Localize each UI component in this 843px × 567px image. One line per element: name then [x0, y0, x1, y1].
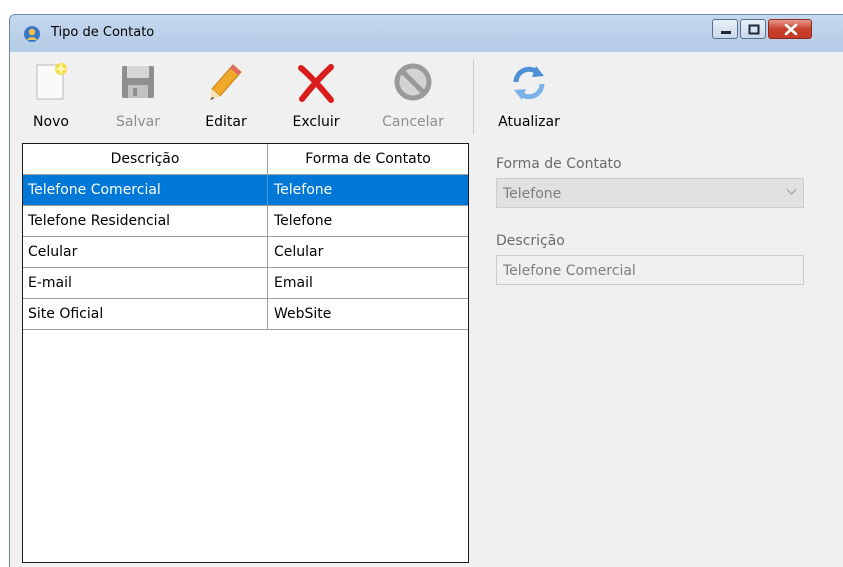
contact-type-grid[interactable]: Descrição Forma de Contato Telefone Come… [22, 143, 469, 563]
forma-de-contato-value: Telefone [503, 186, 562, 202]
minimize-button[interactable] [712, 19, 738, 39]
floppy-disk-icon [122, 66, 154, 98]
excluir-label: Excluir [292, 114, 340, 130]
column-header-forma-de-contato[interactable]: Forma de Contato [268, 144, 468, 174]
app-window: Tipo de Contato Novo Salvar Editar Exclu… [9, 14, 843, 567]
cell-forma-de-contato: Telefone [274, 182, 333, 198]
table-row[interactable]: Telefone Residencial Telefone [23, 206, 468, 237]
maximize-icon [748, 24, 760, 35]
cell-descricao: Telefone Residencial [23, 206, 268, 236]
salvar-button[interactable]: Salvar [106, 52, 170, 134]
table-row[interactable]: Site Oficial WebSite [23, 299, 468, 330]
close-icon [784, 23, 798, 36]
red-x-icon [298, 64, 334, 103]
table-row[interactable]: E-mail Email [23, 268, 468, 299]
grid-header: Descrição Forma de Contato [23, 144, 468, 175]
new-document-icon [36, 63, 67, 100]
atualizar-button[interactable]: Atualizar [490, 52, 568, 134]
window-content: Novo Salvar Editar Excluir Cancelar Atua… [10, 52, 843, 567]
column-header-descricao[interactable]: Descrição [23, 144, 268, 174]
cell-descricao: E-mail [23, 268, 268, 298]
descricao-value: Telefone Comercial [503, 263, 636, 279]
cell-forma-de-contato: Telefone [274, 213, 333, 229]
cancel-circle-icon [394, 63, 432, 101]
app-icon [24, 26, 40, 42]
excluir-button[interactable]: Excluir [284, 52, 348, 134]
close-button[interactable] [768, 19, 812, 39]
title-bar[interactable]: Tipo de Contato [10, 15, 843, 52]
novo-button[interactable]: Novo [24, 52, 78, 134]
cancelar-label: Cancelar [382, 114, 444, 130]
novo-label: Novo [33, 114, 69, 130]
window-title: Tipo de Contato [51, 25, 155, 40]
cell-descricao: Site Oficial [23, 299, 268, 329]
refresh-icon [513, 66, 545, 100]
cell-forma-de-contato: WebSite [274, 306, 332, 322]
cell-forma-de-contato: Celular [274, 244, 324, 260]
cell-descricao: Celular [23, 237, 268, 267]
descricao-input[interactable]: Telefone Comercial [496, 255, 804, 285]
salvar-label: Salvar [116, 114, 160, 130]
forma-de-contato-label: Forma de Contato [496, 156, 622, 172]
cancelar-button[interactable]: Cancelar [370, 52, 456, 134]
forma-de-contato-select[interactable]: Telefone [496, 178, 804, 208]
pencil-icon [210, 64, 242, 100]
table-row[interactable]: Celular Celular [23, 237, 468, 268]
atualizar-label: Atualizar [498, 114, 560, 130]
maximize-button[interactable] [740, 19, 766, 39]
editar-button[interactable]: Editar [196, 52, 256, 134]
cell-forma-de-contato: Email [274, 275, 313, 291]
minimize-icon [721, 31, 731, 34]
table-row[interactable]: Telefone Comercial Telefone [23, 175, 468, 206]
cell-descricao: Telefone Comercial [23, 175, 268, 205]
toolbar-separator [473, 60, 474, 134]
descricao-label: Descrição [496, 233, 565, 249]
editar-label: Editar [205, 114, 247, 130]
toolbar: Novo Salvar Editar Excluir Cancelar Atua… [10, 52, 843, 142]
chevron-down-icon [786, 189, 797, 195]
